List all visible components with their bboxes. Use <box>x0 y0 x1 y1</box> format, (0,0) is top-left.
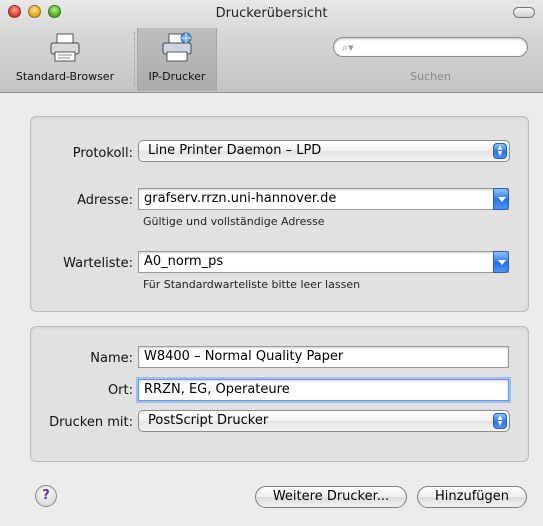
toolbar-ip-printer[interactable]: IP-Drucker <box>137 28 217 91</box>
protocol-value: Line Printer Daemon – LPD <box>148 143 322 158</box>
queue-label: Warteliste: <box>63 256 133 271</box>
search-input[interactable] <box>362 40 517 54</box>
name-value: W8400 – Normal Quality Paper <box>144 349 344 364</box>
address-combo[interactable]: grafserv.rrzn.uni-hannover.de <box>138 188 509 210</box>
protocol-label: Protokoll: <box>72 146 133 161</box>
print-with-value: PostScript Drucker <box>148 413 269 428</box>
printer-browser-window: Druckerübersicht Standard-Browser IP-Dru… <box>0 0 543 526</box>
popup-arrows-icon: ▲ ▼ <box>493 413 507 429</box>
search-icon: ⌕▾ <box>342 41 354 54</box>
add-button[interactable]: Hinzufügen <box>417 486 527 508</box>
name-label: Name: <box>90 351 133 366</box>
location-label: Ort: <box>107 383 133 398</box>
print-with-label: Drucken mit: <box>49 415 133 430</box>
address-label: Adresse: <box>77 193 133 208</box>
more-printers-button[interactable]: Weitere Drucker... <box>255 486 407 508</box>
toolbar-toggle-button[interactable] <box>513 7 535 18</box>
location-value: RRZN, EG, Operateure <box>144 382 290 397</box>
queue-dropdown-button[interactable] <box>493 251 509 273</box>
queue-hint: Für Standardwarteliste bitte leer lassen <box>143 278 361 291</box>
queue-combo[interactable]: A0_norm_ps <box>138 251 509 273</box>
search-container: ⌕▾ <box>333 37 528 57</box>
print-with-popup[interactable]: PostScript Drucker ▲ ▼ <box>138 410 510 432</box>
protocol-popup[interactable]: Line Printer Daemon – LPD ▲ ▼ <box>138 140 510 162</box>
name-field[interactable]: W8400 – Normal Quality Paper <box>138 346 509 368</box>
toolbar-separator <box>134 32 135 86</box>
address-value: grafserv.rrzn.uni-hannover.de <box>144 191 337 206</box>
search-label: Suchen <box>410 70 451 83</box>
address-hint: Gültige und vollständige Adresse <box>143 215 325 228</box>
location-field[interactable]: RRZN, EG, Operateure <box>138 379 509 401</box>
help-button[interactable]: ? <box>35 485 57 507</box>
network-printer-icon <box>162 32 192 62</box>
toolbar: Druckerübersicht Standard-Browser IP-Dru… <box>0 0 543 93</box>
toolbar-item-label: IP-Drucker <box>148 70 206 83</box>
search-field[interactable]: ⌕▾ <box>333 37 528 57</box>
address-dropdown-button[interactable] <box>493 188 509 210</box>
printer-icon <box>50 33 80 62</box>
popup-arrows-icon: ▲ ▼ <box>493 143 507 159</box>
window-title: Druckerübersicht <box>215 6 328 21</box>
toolbar-item-label: Standard-Browser <box>15 70 115 83</box>
toolbar-standard-browser[interactable]: Standard-Browser <box>0 28 130 90</box>
queue-value: A0_norm_ps <box>144 254 224 269</box>
